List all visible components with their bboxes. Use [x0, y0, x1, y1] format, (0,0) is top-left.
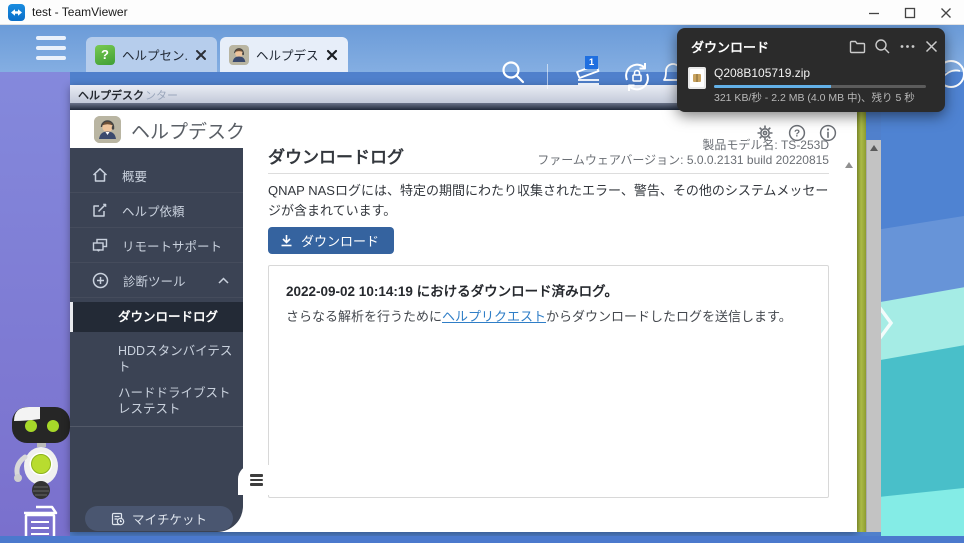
log-card-text: からダウンロードしたログを送信します。 [546, 309, 792, 324]
scroll-up-arrow-icon[interactable] [870, 145, 878, 151]
close-button[interactable] [928, 0, 964, 25]
notification-badge: 1 [585, 56, 598, 69]
sync-lock-icon[interactable] [618, 58, 656, 96]
sidebar: 概要 ヘルプ依頼 リモートサポート 診断ツール ダウンロードログ HDDスタンバ [70, 148, 243, 532]
close-tab-icon[interactable] [325, 48, 339, 62]
log-card-text: さらなる解析を行うために [286, 309, 442, 324]
sidebar-item-label: ヘルプ依頼 [122, 201, 185, 220]
sidebar-subitem-label: HDDスタンバイテスト [118, 343, 233, 375]
my-tickets-button[interactable]: マイチケット [85, 506, 233, 531]
download-file-name[interactable]: Q208B105719.zip [714, 66, 810, 80]
divider [268, 173, 829, 174]
minimize-button[interactable] [856, 0, 892, 25]
download-popup: ダウンロード Q208B105719.zip 321 KB/秒 - 2.2 MB… [677, 28, 945, 112]
helpdesk-window: ヘルプデスク ンター ヘルプデスク ? [70, 85, 857, 532]
content-scroll-up-icon[interactable] [845, 162, 853, 168]
monitors-icon [92, 237, 108, 253]
hamburger-menu-icon[interactable] [36, 36, 66, 60]
sidebar-subitem-hdd-standby-test[interactable]: HDDスタンバイテスト [70, 338, 243, 380]
sidebar-subitem-label: ダウンロードログ [118, 309, 218, 325]
product-model: 製品モデル名: TS-253D [537, 138, 829, 153]
trash-icon[interactable] [16, 502, 64, 536]
home-icon [92, 167, 108, 183]
helpdesk-avatar [94, 116, 121, 143]
help-center-icon: ? [95, 45, 115, 65]
download-button-label: ダウンロード [301, 231, 379, 250]
app-title: ヘルプデスク [131, 117, 245, 144]
outer-scrollbar[interactable] [866, 140, 881, 532]
sidebar-item-label: 概要 [122, 166, 147, 185]
zip-file-icon [687, 66, 707, 90]
maximize-button[interactable] [892, 0, 928, 25]
download-progress-fill [714, 85, 831, 88]
ticket-icon [111, 512, 125, 526]
toolbar-divider [547, 64, 548, 89]
sidebar-item-overview[interactable]: 概要 [70, 158, 243, 193]
session-border-strip [0, 536, 964, 543]
log-card-title: 2022-09-02 10:14:19 におけるダウンロード済みログ。 [286, 280, 618, 300]
sidebar-item-diagnostic-tools[interactable]: 診断ツール [70, 263, 243, 298]
main-panel: 製品モデル名: TS-253D ファームウェアバージョン: 5.0.0.2131… [243, 148, 845, 532]
tab-help-desk[interactable]: ヘルプデスク [220, 37, 348, 72]
helpdesk-content: ヘルプデスク ? 概要 ヘルプ依頼 [70, 110, 857, 532]
tab-label: ヘルプデスク [256, 45, 318, 64]
background-window-title: ンター [145, 87, 178, 103]
window-title-text: test - TeamViewer [32, 5, 128, 19]
teamviewer-logo-icon [8, 4, 25, 21]
tab-label: ヘルプセン... [122, 45, 187, 64]
teamviewer-titlebar[interactable]: test - TeamViewer [0, 0, 964, 25]
page-title: ダウンロードログ [268, 143, 404, 168]
log-card-body: さらなる解析を行うためにヘルプリクエストからダウンロードしたログを送信します。 [286, 306, 792, 325]
download-icon [280, 234, 293, 247]
help-request-link[interactable]: ヘルプリクエスト [442, 309, 546, 324]
search-icon[interactable] [499, 58, 527, 86]
sidebar-subitem-download-log[interactable]: ダウンロードログ [70, 302, 243, 332]
dashboard-corner-tab[interactable] [238, 465, 278, 495]
firmware-version: ファームウェアバージョン: 5.0.0.2131 build 20220815 [537, 153, 829, 168]
sidebar-item-help-request[interactable]: ヘルプ依頼 [70, 193, 243, 228]
window-title: ヘルプデスク [78, 87, 144, 103]
chevron-up-icon [218, 277, 229, 284]
menu-bars-icon [250, 472, 263, 488]
tab-help-center[interactable]: ? ヘルプセン... [86, 37, 217, 72]
compose-icon [92, 202, 108, 218]
sidebar-item-remote-support[interactable]: リモートサポート [70, 228, 243, 263]
search-downloads-icon[interactable] [874, 38, 891, 55]
qts-panel-edge [857, 85, 866, 532]
sidebar-item-label: 診断ツール [123, 271, 186, 290]
open-folder-icon[interactable] [849, 38, 866, 55]
sidebar-subitem-hdd-stress-test[interactable]: ハードドライブストレステスト [70, 380, 243, 422]
download-popup-title: ダウンロード [691, 37, 769, 56]
device-meta: 製品モデル名: TS-253D ファームウェアバージョン: 5.0.0.2131… [537, 138, 829, 168]
sidebar-divider [70, 426, 243, 427]
sidebar-subitem-label: ハードドライブストレステスト [118, 385, 233, 417]
help-desk-icon [229, 45, 249, 65]
more-options-icon[interactable] [899, 38, 916, 55]
downloaded-log-card: 2022-09-02 10:14:19 におけるダウンロード済みログ。 さらなる… [268, 265, 829, 498]
my-tickets-label: マイチケット [132, 509, 207, 528]
download-button[interactable]: ダウンロード [268, 227, 394, 254]
close-tab-icon[interactable] [194, 48, 208, 62]
headset-person-icon [94, 116, 121, 143]
wallpaper-purple-strip [0, 72, 70, 536]
plus-circle-icon [92, 272, 109, 289]
sidebar-item-label: リモートサポート [122, 236, 222, 255]
page-description: QNAP NASログには、特定の期間にわたり収集されたエラー、警告、その他のシス… [268, 181, 829, 220]
close-popup-icon[interactable] [923, 38, 940, 55]
download-status-text: 321 KB/秒 - 2.2 MB (4.0 MB 中)、残り 5 秒 [714, 90, 915, 105]
robot-mascot [10, 405, 72, 500]
download-progress-bar [714, 85, 926, 88]
